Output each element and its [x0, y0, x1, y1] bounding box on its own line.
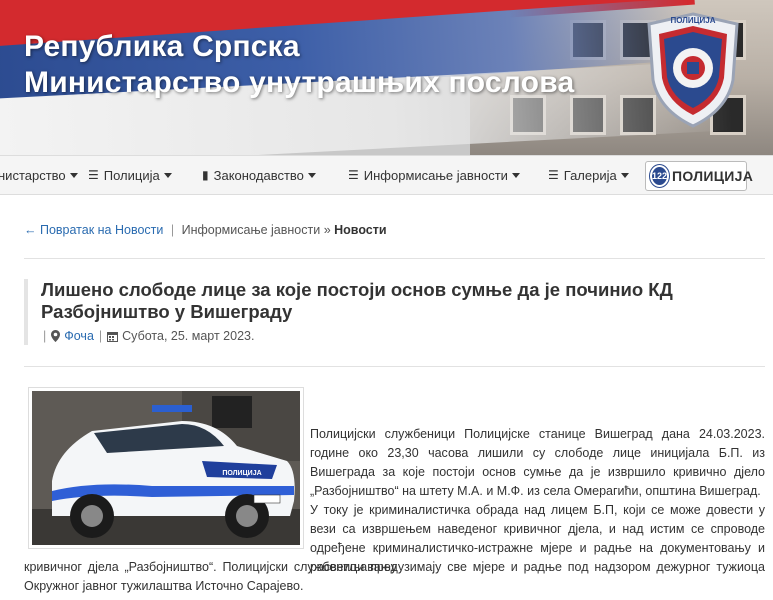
caret-down-icon — [620, 172, 629, 178]
breadcrumb-arrow: » — [323, 223, 331, 237]
article-photo[interactable]: ПОЛИЦИЈА — [28, 387, 304, 549]
nav-item-label: Галерија — [563, 167, 617, 183]
header-banner: Република Српска Министарство унутрашњих… — [0, 0, 773, 155]
nav-item-label: Законодавство — [213, 167, 304, 183]
book-icon: ▮ — [202, 168, 209, 182]
breadcrumb-parent[interactable]: Информисање јавности — [182, 223, 321, 237]
nav-item-label: Информисање јавности — [363, 167, 508, 183]
caret-down-icon — [69, 172, 78, 178]
nav-item-ministry[interactable]: нистарство — [0, 156, 78, 194]
nav-item-gallery[interactable]: ☰ Галерија — [548, 156, 629, 194]
svg-text:ПОЛИЦИЈА: ПОЛИЦИЈА — [671, 16, 716, 25]
back-to-news-link[interactable]: ← Повратак на Новости — [24, 223, 163, 237]
svg-text:ПОЛИЦИЈА: ПОЛИЦИЈА — [222, 470, 261, 477]
list-icon: ☰ — [88, 168, 99, 182]
article-paragraph-1: Полицијски службеници Полицијске станице… — [310, 427, 765, 498]
main-navbar: нистарство ☰ Полиција ▮ Законодавство ☰ … — [0, 155, 773, 195]
article-date: Субота, 25. март 2023. — [122, 329, 255, 343]
site-title-line2: Министарство унутрашњих послова — [24, 66, 575, 99]
breadcrumb-current: Новости — [334, 223, 387, 237]
divider — [24, 366, 765, 367]
nav-item-police[interactable]: ☰ Полиција — [88, 156, 172, 194]
caret-down-icon — [163, 172, 172, 178]
nav-item-label: Полиција — [103, 167, 160, 183]
article-header: Лишено слободе лице за које постоји осно… — [24, 279, 765, 345]
police-button-label: ПОЛИЦИЈА — [672, 168, 754, 184]
emergency-number-icon: 122 — [650, 165, 670, 187]
divider — [24, 258, 765, 259]
police-122-button[interactable]: 122 ПОЛИЦИЈА — [645, 161, 753, 191]
caret-down-icon — [511, 172, 520, 178]
nav-item-public-info[interactable]: ☰ Информисање јавности — [348, 156, 520, 194]
nav-item-legislation[interactable]: ▮ Законодавство — [202, 156, 316, 194]
calendar-icon — [107, 331, 119, 342]
police-badge-logo[interactable]: ПОЛИЦИЈА — [643, 10, 743, 130]
map-marker-icon — [51, 330, 61, 342]
location-link[interactable]: Фоча — [64, 329, 94, 343]
list-icon: ☰ — [348, 168, 359, 182]
article-meta: | Фоча | Субота, 25. март 2023. — [43, 329, 255, 343]
police-car-image: ПОЛИЦИЈА — [32, 391, 300, 545]
caret-down-icon — [307, 172, 316, 178]
article-title: Лишено слободе лице за које постоји осно… — [41, 279, 673, 322]
site-title-line1: Република Српска — [24, 30, 300, 63]
breadcrumb-separator: | — [170, 223, 175, 237]
article-paragraph-3: кривичног дјела „Разбојништво“. Полицијс… — [24, 560, 765, 593]
nav-item-label: нистарство — [0, 167, 66, 183]
list-icon: ☰ — [548, 168, 559, 182]
breadcrumb: ← Повратак на Новости | Информисање јавн… — [24, 223, 387, 237]
